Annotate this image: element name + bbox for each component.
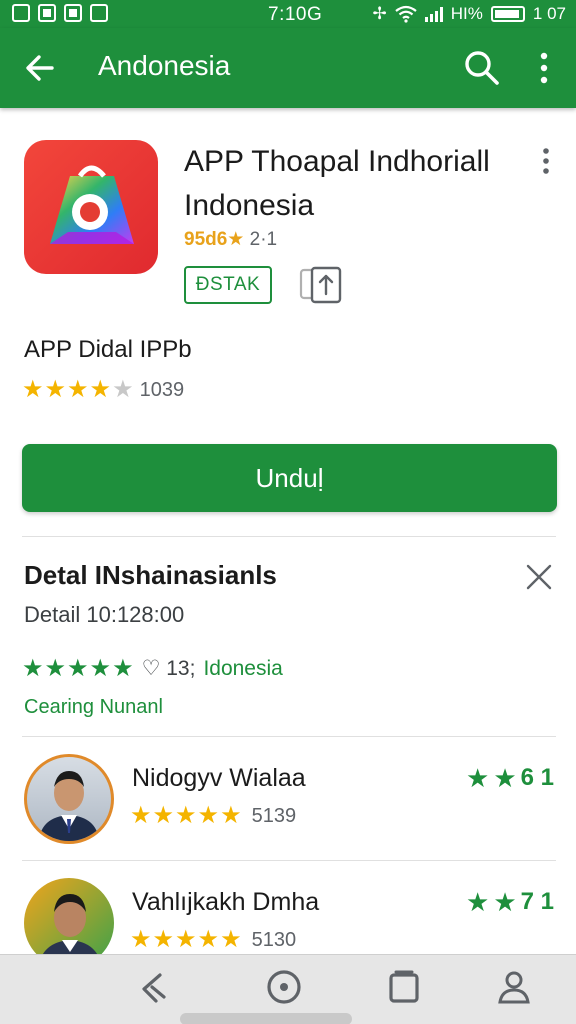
app-title: APP Thoapal Indhoriall Indonesia: [184, 145, 490, 222]
back-nav-icon[interactable]: [134, 967, 174, 1007]
star-icon: ★: [130, 802, 152, 829]
search-icon[interactable]: [462, 48, 502, 88]
download-button[interactable]: Unduḷ: [22, 444, 557, 512]
star-icon: ★: [152, 926, 175, 953]
star-icon: ★: [44, 376, 67, 403]
app-icon[interactable]: [24, 140, 158, 274]
star-icon: ★: [220, 926, 242, 953]
back-arrow-icon[interactable]: [22, 50, 58, 86]
star-icon: ★: [67, 376, 89, 403]
bluetooth-icon: ✢: [372, 4, 387, 23]
person-avatar-icon: [39, 771, 99, 841]
review-stars: ★ ★ ★ ★ ★ 5139: [130, 804, 296, 828]
star-icon: ★: [493, 763, 517, 793]
status-left-icons: [12, 4, 108, 22]
review-score: ★ ★ 7 1: [466, 888, 554, 916]
star-empty-icon: ★: [112, 376, 134, 403]
close-icon[interactable]: [524, 562, 554, 592]
home-nav-icon[interactable]: [264, 967, 304, 1007]
star-icon: ★: [493, 887, 517, 917]
star-icon: ★: [175, 926, 197, 953]
divider: [22, 536, 556, 537]
star-icon: ★: [197, 926, 220, 953]
notification-icon: [12, 4, 30, 22]
star-icon: ★: [22, 376, 44, 403]
wifi-icon: [395, 5, 417, 23]
detail-rating: ★ ★ ★ ★ ★ ♡ 13; Idonesia: [22, 656, 283, 681]
star-icon: ★: [175, 802, 197, 829]
review-score: ★ ★ 6 1: [466, 764, 554, 792]
battery-text: 1 07: [532, 4, 566, 23]
more-vert-icon[interactable]: [530, 48, 558, 88]
gesture-pill: [180, 1013, 352, 1024]
app-rating: ★ ★ ★ ★ ★ 1039: [22, 378, 184, 402]
detail-location[interactable]: Idonesia: [203, 657, 282, 681]
app-version: 2·1: [249, 229, 278, 250]
star-icon: ★: [112, 654, 134, 682]
review-stars: ★ ★ ★ ★ ★ 5130: [130, 928, 296, 952]
recents-nav-icon[interactable]: [384, 967, 424, 1007]
app-notification-icon: [64, 4, 82, 22]
install-badge[interactable]: ĐSTAK: [184, 266, 272, 304]
review-score-value: 6 1: [520, 764, 554, 791]
bottom-nav: [0, 954, 576, 1024]
star-icon: ★: [44, 654, 67, 682]
status-right-icons: ✢ HI% 1 07: [373, 4, 566, 24]
star-icon: ★: [89, 376, 112, 403]
app-bar: Andonesia: [0, 28, 576, 108]
star-icon: ★: [130, 926, 152, 953]
app-subtitle: APP Didal IPPb: [24, 336, 192, 363]
review-score-value: 7 1: [520, 888, 554, 915]
star-icon: ★: [152, 802, 175, 829]
detail-line: Detail 10:128:00: [24, 602, 185, 627]
divider: [22, 860, 556, 861]
star-icon: ★: [220, 802, 242, 829]
star-icon: ★: [67, 654, 89, 682]
rating-stars: ★ ★ ★ ★ ★: [22, 378, 134, 402]
divider: [22, 736, 556, 737]
rating-count: 1039: [139, 378, 185, 401]
profile-nav-icon[interactable]: [494, 967, 534, 1007]
reviewer-name: Nidogyv Wialaa: [132, 764, 306, 792]
signal-icon: [424, 6, 443, 22]
network-text: HI%: [450, 4, 483, 23]
star-icon: ★: [22, 654, 44, 682]
status-time: 7:10G: [268, 4, 323, 25]
gallery-icon: [38, 4, 56, 22]
star-icon: ★: [466, 887, 490, 917]
review-count: 5139: [251, 804, 297, 827]
detail-rating-text: ♡ 13;: [141, 657, 196, 680]
share-icon[interactable]: [298, 264, 344, 304]
app-bar-title: Andonesia: [98, 50, 231, 81]
detail-link[interactable]: Cearing Nunanl: [24, 696, 163, 719]
avatar[interactable]: [24, 754, 114, 844]
status-bar: 7:10G ✢ HI% 1 07: [0, 0, 576, 28]
review-count: 5130: [251, 928, 297, 951]
detail-title: Detal INshainasianls: [24, 560, 277, 590]
app-more-icon[interactable]: [536, 146, 556, 176]
detail-stars: ★ ★ ★ ★ ★: [22, 654, 134, 682]
app-meta: 95d6★ 2·1: [184, 228, 277, 251]
developer-name[interactable]: 95d6★: [184, 229, 244, 250]
battery-icon: [490, 6, 525, 22]
reviewer-name: Vahlıjkakh Dmha: [132, 888, 320, 916]
image-icon: [90, 4, 108, 22]
star-icon: ★: [466, 763, 490, 793]
app-logo-icon: [50, 165, 134, 244]
star-icon: ★: [197, 802, 220, 829]
star-icon: ★: [89, 654, 112, 682]
